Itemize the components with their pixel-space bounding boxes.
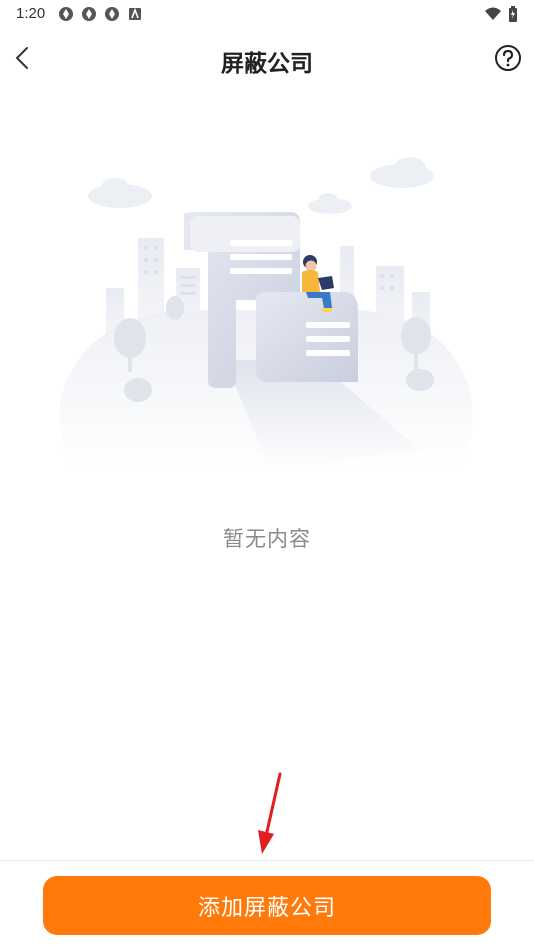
empty-state-illustration [60, 150, 475, 480]
page-title: 屏蔽公司 [221, 50, 313, 76]
notification-icons [58, 6, 143, 22]
system-icons [484, 6, 518, 27]
status-time: 1:20 [16, 5, 46, 22]
header: 屏蔽公司 [0, 28, 534, 88]
notification-icon [58, 6, 74, 22]
notification-icon [127, 6, 143, 22]
notification-icon [104, 6, 120, 22]
wifi-icon [484, 6, 502, 27]
help-button[interactable] [494, 44, 522, 72]
footer-divider [0, 860, 534, 861]
annotation-arrow-icon [258, 772, 282, 854]
notification-icon [81, 6, 97, 22]
add-blocked-company-button[interactable]: 添加屏蔽公司 [43, 876, 491, 935]
status-bar: 1:20 [0, 0, 534, 28]
help-icon [495, 45, 521, 71]
empty-state-message: 暂无内容 [223, 528, 311, 551]
battery-icon [508, 6, 518, 27]
